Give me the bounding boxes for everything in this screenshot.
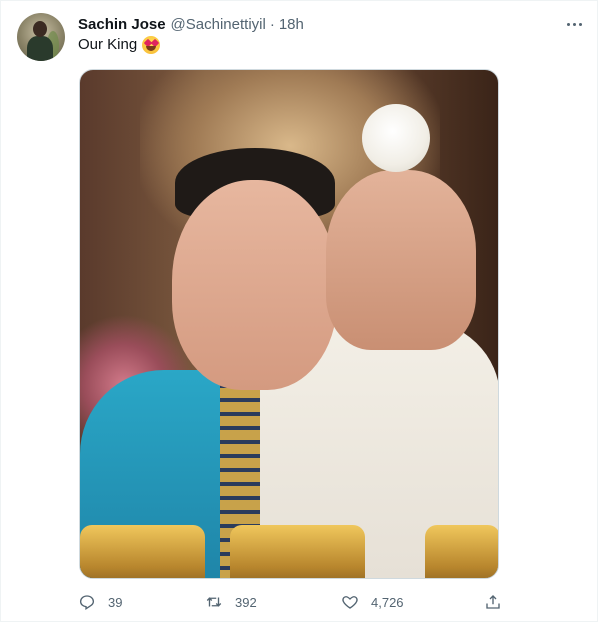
more-options-icon[interactable] xyxy=(561,13,587,35)
share-icon xyxy=(486,595,500,609)
photo-host xyxy=(362,104,430,172)
retweet-button[interactable]: 392 xyxy=(205,589,257,615)
avatar-body xyxy=(27,36,53,61)
retweet-icon xyxy=(206,597,222,607)
reply-count: 39 xyxy=(108,594,123,610)
photo-chalice xyxy=(230,525,365,578)
avatar-head xyxy=(33,21,47,37)
author-name[interactable]: Sachin Jose xyxy=(78,16,166,33)
more-dot xyxy=(572,22,576,26)
photo-chalice xyxy=(425,525,498,578)
photo-face xyxy=(172,180,337,390)
tweet-card[interactable]: Sachin Jose @Sachinettiyil · 18h Our Kin… xyxy=(0,0,598,622)
heart-eyes-emoji-icon xyxy=(142,36,161,54)
more-dot xyxy=(578,22,582,26)
reply-button[interactable]: 39 xyxy=(78,589,122,615)
share-button[interactable] xyxy=(484,589,502,615)
photo-chalice xyxy=(80,525,205,578)
tweet-header: Sachin Jose @Sachinettiyil · 18h xyxy=(78,14,304,34)
tweet-actions: 39 392 4,726 xyxy=(1,589,598,615)
emoji-mouth xyxy=(146,46,157,51)
like-count: 4,726 xyxy=(371,594,404,610)
tweet-photo[interactable] xyxy=(79,69,499,579)
heart-icon xyxy=(342,596,358,609)
more-dot xyxy=(566,22,570,26)
photo-hands xyxy=(326,170,476,350)
retweet-count: 392 xyxy=(235,594,257,610)
like-button[interactable]: 4,726 xyxy=(341,589,404,615)
author-handle[interactable]: @Sachinettiyil xyxy=(171,16,266,33)
tweet-time[interactable]: 18h xyxy=(279,16,304,33)
author-avatar[interactable] xyxy=(17,13,65,61)
tweet-text: Our King xyxy=(78,35,161,55)
tweet-text-content: Our King xyxy=(78,36,138,53)
header-separator: · xyxy=(269,15,275,33)
reply-icon xyxy=(79,595,95,610)
